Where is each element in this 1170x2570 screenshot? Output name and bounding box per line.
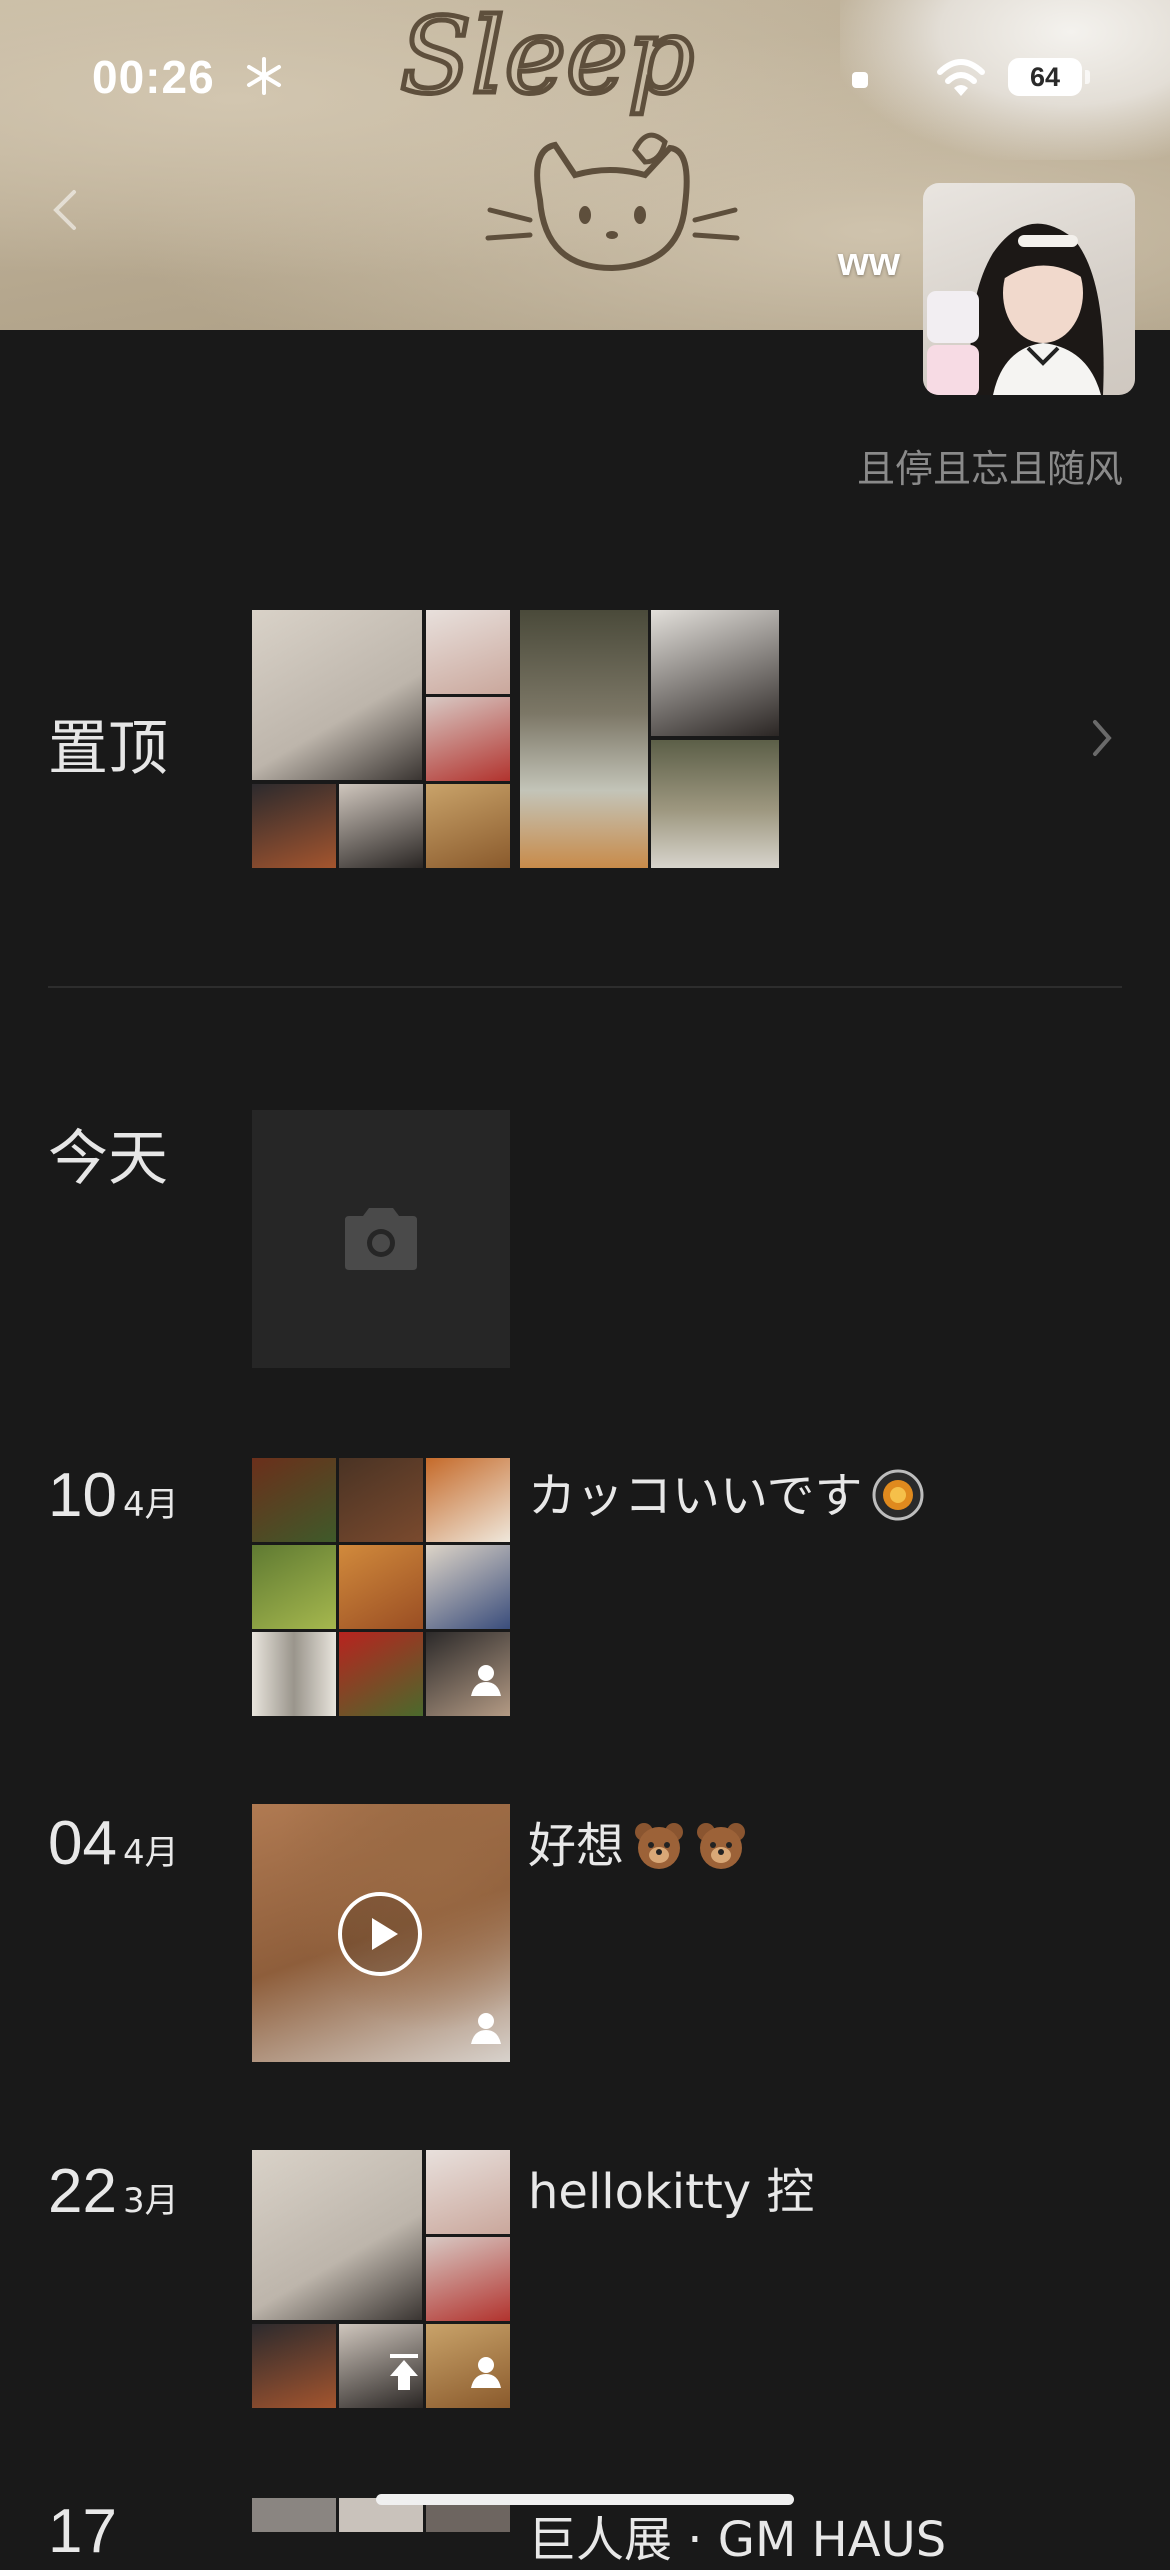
friends-visible-icon xyxy=(471,2013,501,2044)
pinned-photo-park xyxy=(651,740,779,868)
pinned-photo-dessert xyxy=(426,784,510,868)
home-indicator[interactable] xyxy=(376,2494,794,2505)
wifi-icon xyxy=(937,59,985,96)
post-caption: 好想 xyxy=(528,1818,625,1874)
post-video[interactable] xyxy=(252,1804,510,2062)
pinned-photo-portrait xyxy=(651,610,779,736)
snowflake-icon xyxy=(247,57,281,95)
post-date: 22 3月 xyxy=(48,2156,179,2227)
bear-emoji-icon xyxy=(697,1823,746,1869)
new-post-button[interactable] xyxy=(252,1110,510,1368)
camera-icon xyxy=(345,1208,417,1270)
post-caption-row[interactable]: 好想 xyxy=(528,1806,748,1876)
post-photo xyxy=(426,1545,510,1629)
post-photo xyxy=(252,2324,336,2408)
friends-visible-icon xyxy=(471,1665,501,1696)
post-caption: hellokitty 控 xyxy=(528,2164,815,2220)
post-date: 10 4月 xyxy=(48,1460,179,1531)
post-photo xyxy=(252,1458,336,1542)
post-day: 22 xyxy=(48,2157,117,2226)
pinned-photo-selfie xyxy=(252,610,422,780)
post-caption-row[interactable]: カッコいいです xyxy=(528,1456,925,1526)
post-photo[interactable] xyxy=(252,2498,336,2532)
post-day: 10 xyxy=(48,1461,117,1530)
sticker-kitty-pink xyxy=(927,345,979,395)
battery-tip xyxy=(1085,70,1090,84)
pinned-photo-kitty xyxy=(426,697,510,781)
post-photo xyxy=(339,1632,423,1716)
post-photo xyxy=(252,1632,336,1716)
sticker-kitty xyxy=(927,291,979,343)
post-photo xyxy=(339,1545,423,1629)
post-photo xyxy=(252,1545,336,1629)
post-photo xyxy=(426,2150,510,2234)
post-month: 4月 xyxy=(122,1833,179,1873)
profile-name: ww xyxy=(837,240,900,284)
bear-emoji-icon xyxy=(635,1823,684,1869)
pinned-photo-friends xyxy=(339,784,423,868)
post-date: 04 4月 xyxy=(48,1808,179,1879)
pinned-photo-face xyxy=(426,610,510,694)
post-day: 04 xyxy=(48,1809,117,1878)
pin-top-icon xyxy=(390,2354,418,2390)
status-bar: 00:26 64 xyxy=(0,0,1170,150)
post-photo xyxy=(339,1458,423,1542)
chevron-right-icon[interactable] xyxy=(1091,718,1113,758)
section-divider xyxy=(48,986,1122,988)
post-photo xyxy=(252,2150,422,2320)
post-photo xyxy=(426,1458,510,1542)
post-caption: カッコいいです xyxy=(528,1468,863,1524)
dish-emoji-icon xyxy=(872,1469,924,1521)
avatar[interactable] xyxy=(923,183,1135,395)
post-photo xyxy=(426,2237,510,2321)
pinned-photo-road xyxy=(520,610,648,868)
profile-signature: 且停且忘且随风 xyxy=(856,447,1123,491)
post-caption[interactable]: 巨人展 · GM HAUS xyxy=(528,2500,946,2570)
friends-visible-icon xyxy=(471,2357,501,2388)
today-label: 今天 xyxy=(48,1124,168,1194)
chevron-left-icon[interactable] xyxy=(50,188,78,232)
battery-icon: 64 xyxy=(1008,58,1082,96)
post-month: 4月 xyxy=(122,1485,179,1525)
play-icon[interactable] xyxy=(336,1890,424,1978)
pinned-label: 置顶 xyxy=(48,714,168,784)
post-caption-row[interactable]: hellokitty 控 xyxy=(528,2152,814,2222)
status-time: 00:26 xyxy=(92,51,215,103)
post-month: 3月 xyxy=(122,2181,179,2221)
signal-icon xyxy=(852,72,868,88)
pinned-photo-food xyxy=(252,784,336,868)
